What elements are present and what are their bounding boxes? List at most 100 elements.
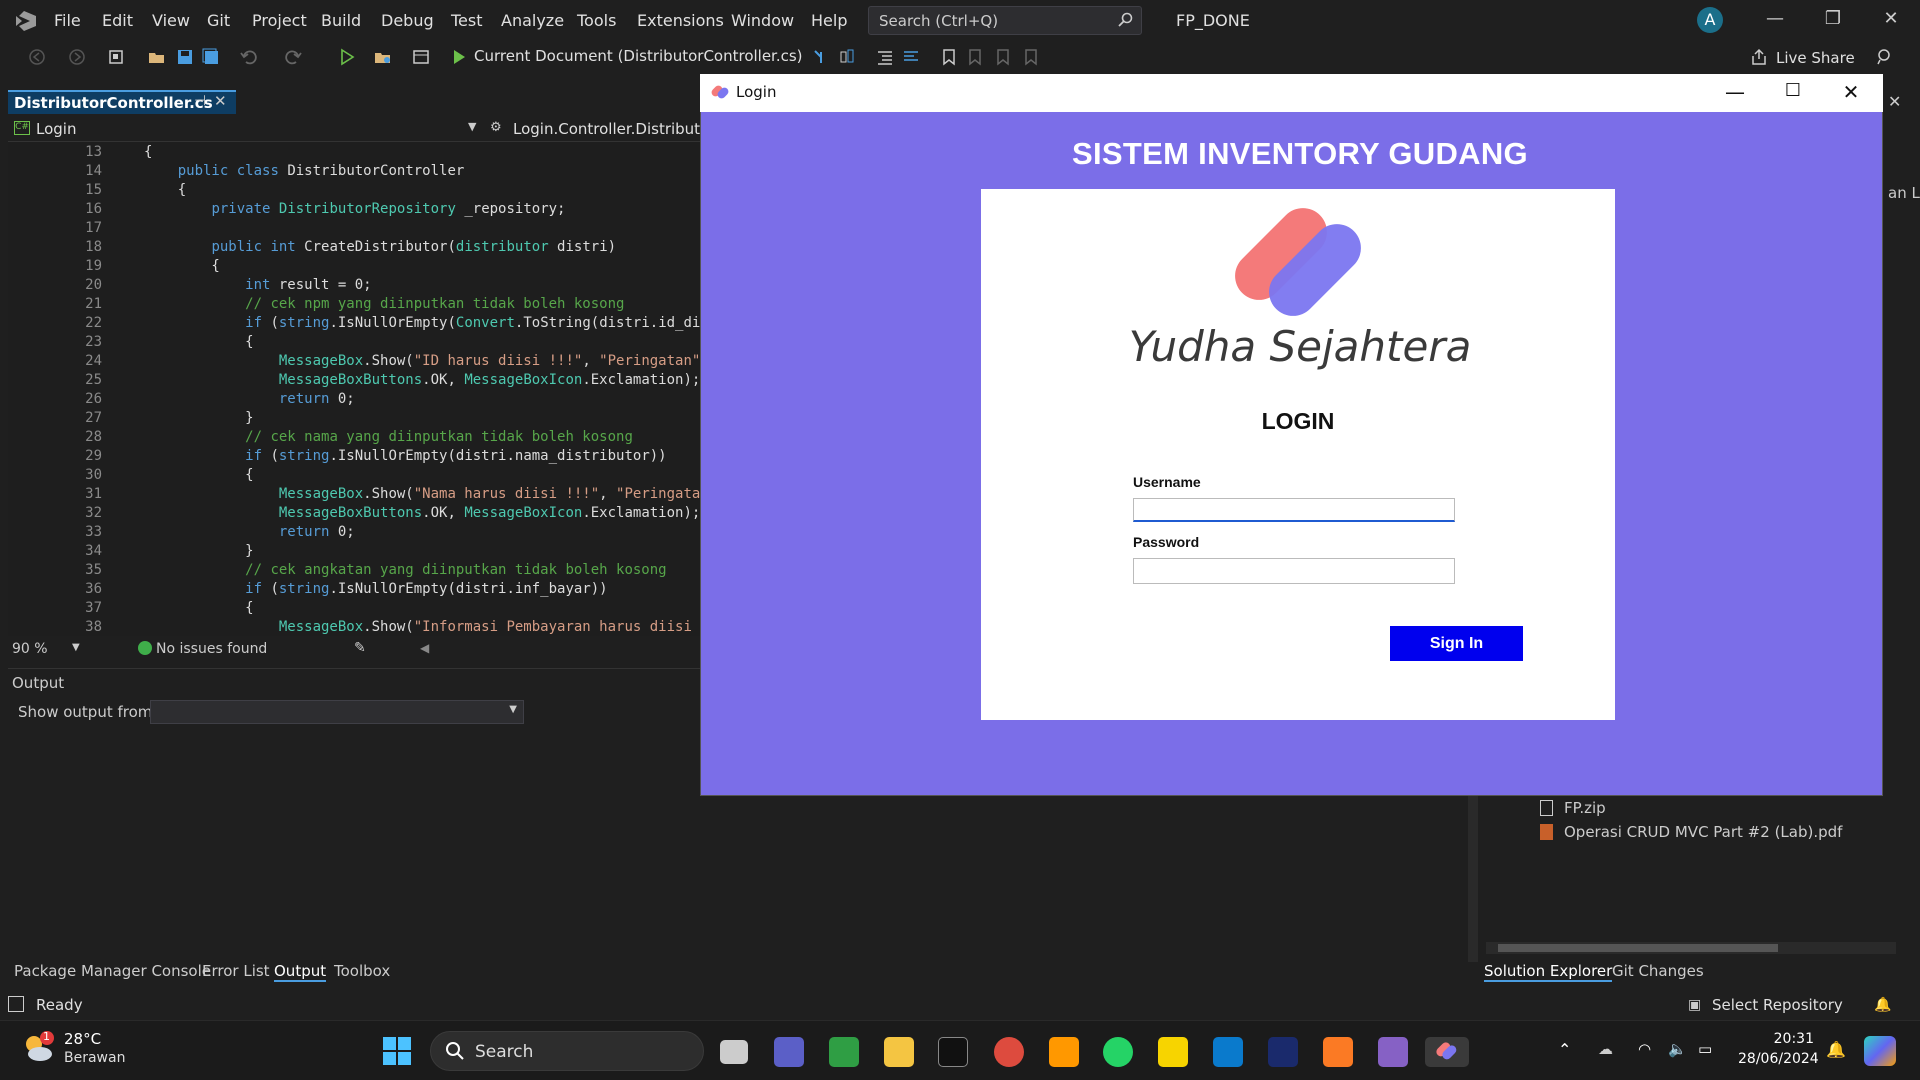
hot-reload-icon[interactable] — [838, 48, 856, 66]
task-view-icon[interactable] — [720, 1040, 748, 1064]
scrollbar-thumb[interactable] — [1498, 944, 1778, 952]
next-bookmark-icon[interactable] — [994, 48, 1012, 66]
password-input[interactable] — [1133, 558, 1455, 584]
xampp-icon[interactable] — [1323, 1037, 1353, 1067]
tab-error-list[interactable]: Error List — [202, 962, 270, 980]
sign-in-button[interactable]: Sign In — [1390, 626, 1523, 661]
code-line[interactable]: public class DistributorController — [144, 163, 465, 179]
code-line[interactable]: MessageBox.Show("Informasi Pembayaran ha… — [144, 619, 692, 635]
live-share-button[interactable]: Live Share — [1776, 49, 1855, 67]
step-icon[interactable] — [812, 48, 830, 66]
powershell-icon[interactable] — [1268, 1037, 1298, 1067]
code-line[interactable]: { — [144, 144, 152, 160]
live-share-icon[interactable] — [1750, 48, 1768, 66]
show-hidden-icons-icon[interactable]: ⌃ — [1558, 1040, 1571, 1059]
menu-tools[interactable]: Tools — [577, 11, 616, 30]
login-maximize-button[interactable]: ☐ — [1778, 80, 1808, 106]
tab-solution-explorer[interactable]: Solution Explorer — [1484, 962, 1613, 982]
browse-folder-icon[interactable] — [374, 48, 392, 66]
solution-file-item[interactable]: Operasi CRUD MVC Part #2 (Lab).pdf — [1564, 823, 1842, 841]
tab-package-manager-console[interactable]: Package Manager Console — [14, 962, 211, 980]
tab-git-changes[interactable]: Git Changes — [1612, 962, 1704, 980]
pin-icon[interactable]: ⊣ — [194, 93, 206, 109]
sticky-notes-icon[interactable] — [1158, 1037, 1188, 1067]
code-line[interactable]: { — [144, 467, 253, 483]
clock-time[interactable]: 20:31 — [1742, 1031, 1814, 1047]
menu-extensions[interactable]: Extensions — [637, 11, 724, 30]
select-repository-button[interactable]: Select Repository — [1712, 996, 1843, 1014]
start-debugging-icon[interactable] — [450, 48, 468, 66]
chrome-icon[interactable] — [994, 1037, 1024, 1067]
code-line[interactable]: if (string.IsNullOrEmpty(Convert.ToStrin… — [144, 315, 700, 331]
weather-cloud-icon[interactable] — [20, 1030, 56, 1066]
new-project-icon[interactable] — [108, 48, 126, 66]
code-line[interactable]: // cek npm yang diinputkan tidak boleh k… — [144, 296, 624, 312]
back-icon[interactable] — [28, 48, 46, 66]
forward-icon[interactable] — [68, 48, 86, 66]
code-line[interactable]: } — [144, 410, 253, 426]
sublime-text-icon[interactable] — [1049, 1037, 1079, 1067]
save-icon[interactable] — [176, 48, 194, 66]
output-source-select[interactable]: ▼ — [150, 700, 524, 724]
window-layout-icon[interactable] — [412, 48, 430, 66]
code-line[interactable]: { — [144, 258, 219, 274]
code-line[interactable]: int result = 0; — [144, 277, 371, 293]
code-line[interactable]: } — [144, 543, 253, 559]
feedback-icon[interactable] — [1876, 48, 1894, 66]
account-avatar[interactable]: A — [1697, 7, 1723, 33]
menu-window[interactable]: Window — [731, 11, 794, 30]
code-line[interactable]: // cek angkatan yang diinputkan tidak bo… — [144, 562, 666, 578]
ide-minimize-button[interactable]: — — [1760, 8, 1790, 34]
menu-view[interactable]: View — [152, 11, 190, 30]
open-folder-icon[interactable] — [148, 48, 166, 66]
bookmark-icon[interactable] — [940, 48, 958, 66]
terminal-icon[interactable] — [938, 1037, 968, 1067]
panel-splitter[interactable] — [1468, 796, 1478, 962]
onedrive-icon[interactable]: ☁ — [1598, 1040, 1613, 1058]
code-line[interactable]: MessageBox.Show("ID harus diisi !!!", "P… — [144, 353, 700, 369]
whatsapp-icon[interactable] — [1103, 1037, 1133, 1067]
weather-temperature[interactable]: 28°C — [64, 1030, 101, 1048]
code-line[interactable]: return 0; — [144, 524, 355, 540]
login-app-icon[interactable] — [1425, 1037, 1469, 1067]
comment-icon[interactable] — [902, 48, 920, 66]
code-line[interactable]: MessageBoxButtons.OK, MessageBoxIcon.Exc… — [144, 372, 700, 388]
code-line[interactable]: { — [144, 334, 253, 350]
menu-git[interactable]: Git — [207, 11, 230, 30]
tab-toolbox[interactable]: Toolbox — [334, 962, 390, 980]
menu-test[interactable]: Test — [451, 11, 483, 30]
battery-icon[interactable]: ▭ — [1698, 1040, 1712, 1058]
close-icon[interactable]: ✕ — [1888, 92, 1901, 111]
code-line[interactable]: { — [144, 600, 253, 616]
vscode-icon[interactable] — [1213, 1037, 1243, 1067]
weather-description[interactable]: Berawan — [64, 1050, 125, 1066]
taskbar-search[interactable]: Search — [430, 1031, 704, 1071]
scroll-left-icon[interactable]: ◀ — [420, 641, 429, 655]
menu-file[interactable]: File — [54, 11, 81, 30]
indent-icon[interactable] — [876, 48, 894, 66]
undo-icon[interactable] — [240, 48, 258, 66]
menu-help[interactable]: Help — [811, 11, 847, 30]
file-explorer-icon[interactable] — [884, 1037, 914, 1067]
ide-restore-button[interactable]: ❐ — [1818, 8, 1848, 34]
chevron-down-icon[interactable]: ▼ — [72, 642, 80, 653]
code-line[interactable]: if (string.IsNullOrEmpty(distri.inf_baya… — [144, 581, 607, 597]
prev-bookmark-icon[interactable] — [966, 48, 984, 66]
excel-icon[interactable] — [829, 1037, 859, 1067]
code-line[interactable]: return 0; — [144, 391, 355, 407]
notifications-bell-icon[interactable]: 🔔 — [1874, 997, 1891, 1013]
save-all-icon[interactable] — [202, 48, 220, 66]
ide-close-button[interactable]: ✕ — [1876, 8, 1906, 34]
code-line[interactable]: MessageBoxButtons.OK, MessageBoxIcon.Exc… — [144, 505, 700, 521]
visual-studio-logo-icon[interactable] — [12, 8, 40, 34]
login-titlebar[interactable] — [700, 74, 1883, 112]
menu-analyze[interactable]: Analyze — [501, 11, 564, 30]
ide-search-input[interactable]: Search (Ctrl+Q) — [868, 6, 1142, 35]
code-line[interactable]: if (string.IsNullOrEmpty(distri.nama_dis… — [144, 448, 666, 464]
username-input[interactable] — [1133, 498, 1455, 522]
copilot-icon[interactable] — [1864, 1036, 1896, 1066]
run-target-dropdown[interactable]: Current Document (DistributorController.… — [474, 47, 803, 65]
start-without-debug-icon[interactable] — [338, 48, 356, 66]
menu-project[interactable]: Project — [252, 11, 307, 30]
type-dropdown[interactable]: Login.Controller.DistributorC — [513, 120, 726, 138]
